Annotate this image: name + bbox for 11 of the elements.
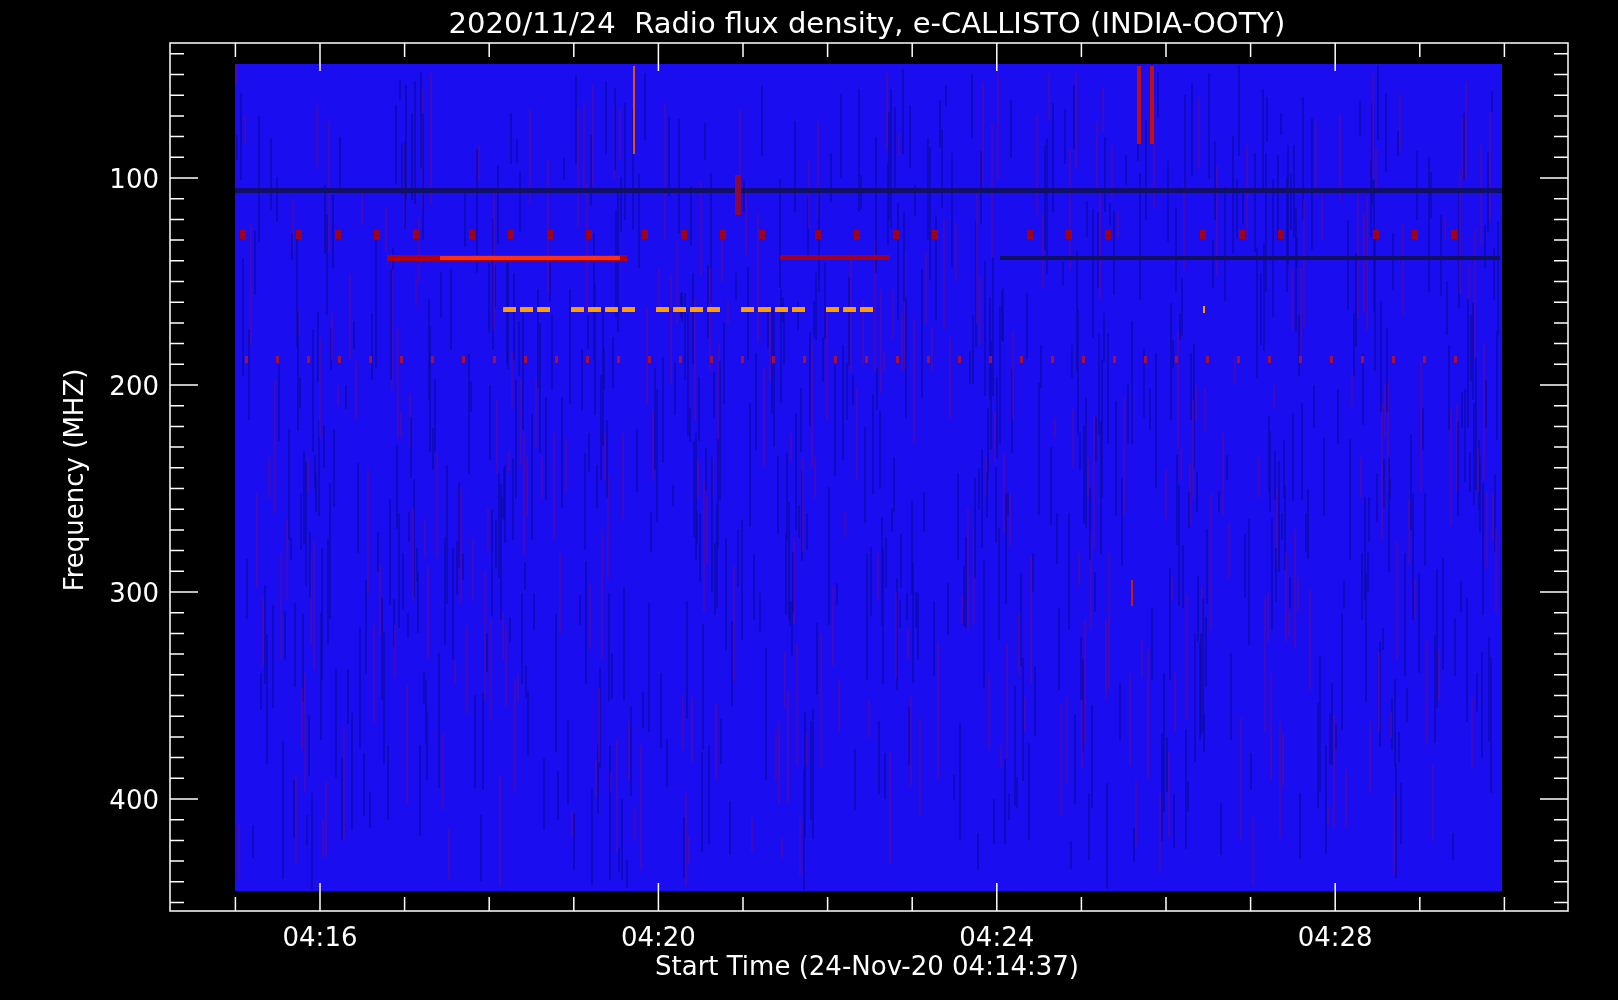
y-tick-label: 300 [109, 578, 159, 608]
x-tick-label: 04:16 [282, 922, 358, 952]
x-tick-label: 04:28 [1297, 922, 1373, 952]
y-axis-label: Frequency (MHZ) [59, 368, 89, 592]
y-tick-label: 200 [109, 371, 159, 401]
x-tick-label: 04:20 [620, 922, 696, 952]
y-tick-label: 100 [109, 164, 159, 194]
y-tick-label: 400 [109, 785, 159, 815]
x-axis-label: Start Time (24-Nov-20 04:14:37) [655, 951, 1079, 981]
chart-title: 2020/11/24 Radio flux density, e-CALLISTO (INDIA-OOTY) [448, 6, 1286, 40]
x-tick-label: 04:24 [959, 922, 1035, 952]
